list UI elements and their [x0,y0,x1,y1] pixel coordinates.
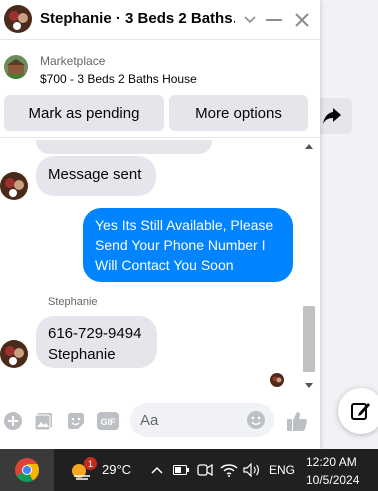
svg-text:GIF: GIF [101,417,117,427]
listing-thumbnail [4,55,28,79]
chrome-taskbar-button[interactable] [0,449,54,491]
minimize-icon [266,19,282,21]
chat-title[interactable]: Stephanie · 3 Beds 2 Baths… [40,10,235,27]
message-text: Message sent [48,166,142,183]
thumbs-up-icon[interactable] [286,410,308,432]
volume-icon[interactable] [243,461,261,479]
battery-icon[interactable] [172,461,190,479]
message-bubble-partial [36,140,212,154]
clock-date[interactable]: 10/5/2024 [306,473,359,487]
chevron-up-icon[interactable] [148,461,166,479]
message-composer: GIF [0,398,320,444]
minimize-button[interactable] [262,8,286,32]
avatar[interactable] [4,5,32,33]
photo-icon[interactable] [33,410,55,432]
share-arrow-icon [323,108,341,124]
seen-avatar [270,373,284,387]
close-icon [295,13,309,27]
message-bubble-incoming: 616-729-9494 Stephanie [36,316,157,368]
plus-circle-icon[interactable] [2,410,24,432]
message-bubble-incoming: Message sent [36,156,156,196]
message-bubble-outgoing: Yes Its Still Available, Please Send You… [83,208,293,282]
message-input-wrapper [130,403,274,437]
message-text: Yes Its Still Available, Please Send You… [95,217,274,273]
message-text-line: Stephanie [48,346,116,363]
camera-icon[interactable] [196,461,214,479]
sticker-icon[interactable] [65,410,87,432]
weather-temperature[interactable]: 29°C [102,462,131,477]
scroll-up-icon[interactable] [305,144,313,149]
message-text-line: 616-729-9494 [48,325,142,342]
avatar[interactable] [0,172,28,200]
new-message-button[interactable] [338,388,378,434]
scroll-thumb[interactable] [303,306,315,372]
marketplace-listing[interactable]: Marketplace $700 - 3 Beds 2 Baths House [0,40,320,88]
windows-taskbar: 1 29°C ENG 12:20 AM 10/5/2024 [0,449,378,491]
sender-name: Stephanie [48,296,98,308]
thread-scrollbar[interactable] [302,144,316,388]
listing-actions: Mark as pending More options [0,92,320,138]
compose-icon [351,403,370,420]
gif-icon[interactable]: GIF [97,410,119,432]
chat-window: Stephanie · 3 Beds 2 Baths… Marketplace … [0,0,320,449]
mark-as-pending-button[interactable]: Mark as pending [4,95,164,131]
avatar[interactable] [0,340,28,368]
wifi-icon[interactable] [220,461,238,479]
listing-item: $700 - 3 Beds 2 Baths House [40,72,197,86]
language-indicator[interactable]: ENG [269,463,295,477]
message-input[interactable] [140,403,240,437]
chevron-down-icon[interactable] [238,8,262,32]
weather-badge: 1 [84,457,97,470]
more-options-button[interactable]: More options [169,95,308,131]
clock-time[interactable]: 12:20 AM [306,455,357,469]
message-thread: Message sent Yes Its Still Available, Pl… [0,140,318,390]
close-button[interactable] [290,8,314,32]
listing-category: Marketplace [40,54,106,68]
scroll-down-icon[interactable] [305,383,313,388]
chrome-icon [15,458,40,483]
emoji-icon[interactable] [246,410,266,435]
chat-header: Stephanie · 3 Beds 2 Baths… [0,0,320,40]
